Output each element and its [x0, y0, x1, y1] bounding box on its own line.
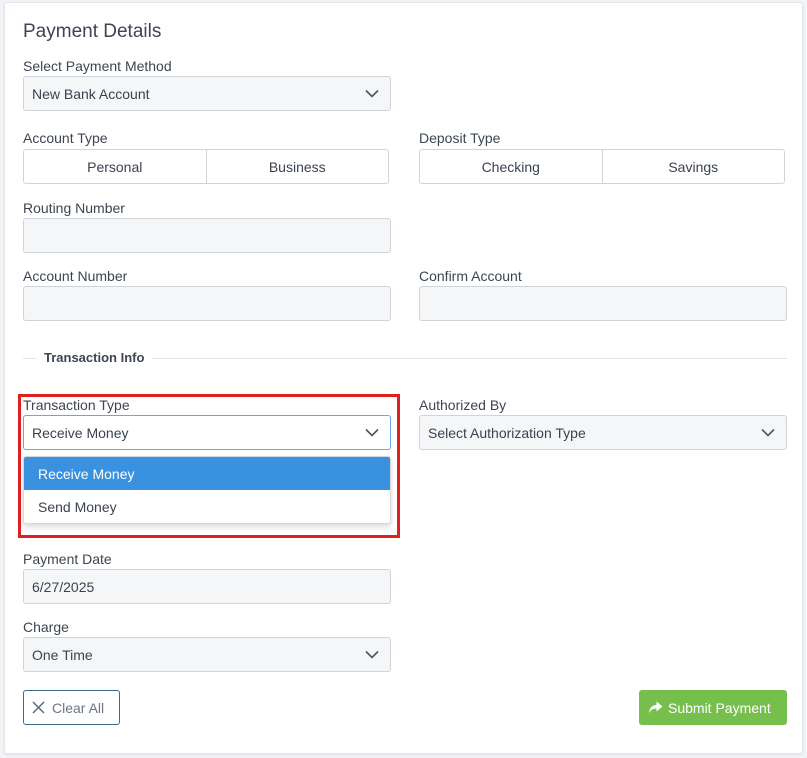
payment-method-label: Select Payment Method: [23, 58, 172, 74]
account-type-toggle: Personal Business: [23, 149, 389, 184]
account-number-input[interactable]: [23, 286, 391, 321]
chevron-down-icon: [354, 638, 390, 671]
share-arrow-icon: [648, 701, 668, 714]
payment-method-value: New Bank Account: [32, 85, 150, 102]
account-type-personal[interactable]: Personal: [24, 150, 206, 183]
charge-value: One Time: [32, 646, 93, 663]
account-number-label: Account Number: [23, 268, 128, 284]
payment-details-card: Payment Details Select Payment Method Ne…: [4, 2, 803, 754]
payment-method-select[interactable]: New Bank Account: [23, 76, 391, 111]
chevron-down-icon: [750, 416, 786, 449]
clear-all-button[interactable]: Clear All: [23, 690, 120, 725]
close-icon: [32, 701, 52, 714]
submit-payment-label: Submit Payment: [668, 699, 771, 716]
deposit-type-checking[interactable]: Checking: [420, 150, 602, 183]
authorized-by-select[interactable]: Select Authorization Type: [419, 415, 787, 450]
account-type-label: Account Type: [23, 130, 108, 146]
charge-select[interactable]: One Time: [23, 637, 391, 672]
payment-date-label: Payment Date: [23, 551, 112, 567]
highlight-box: [18, 394, 400, 538]
payment-date-value: 6/27/2025: [32, 578, 95, 595]
routing-number-input[interactable]: [23, 218, 391, 253]
page-title: Payment Details: [23, 21, 162, 42]
clear-all-label: Clear All: [52, 699, 105, 716]
deposit-type-toggle: Checking Savings: [419, 149, 785, 184]
confirm-account-input[interactable]: [419, 286, 787, 321]
charge-label: Charge: [23, 619, 69, 635]
account-type-business[interactable]: Business: [205, 150, 389, 183]
deposit-type-savings[interactable]: Savings: [601, 150, 785, 183]
authorized-by-label: Authorized By: [419, 397, 507, 413]
section-title-transaction-info: Transaction Info: [36, 350, 153, 365]
routing-number-label: Routing Number: [23, 200, 125, 216]
payment-date-input[interactable]: 6/27/2025: [23, 569, 391, 604]
chevron-down-icon: [354, 77, 390, 110]
authorized-by-value: Select Authorization Type: [428, 424, 586, 441]
submit-payment-button[interactable]: Submit Payment: [639, 690, 787, 725]
confirm-account-label: Confirm Account: [419, 268, 522, 284]
deposit-type-label: Deposit Type: [419, 130, 501, 146]
